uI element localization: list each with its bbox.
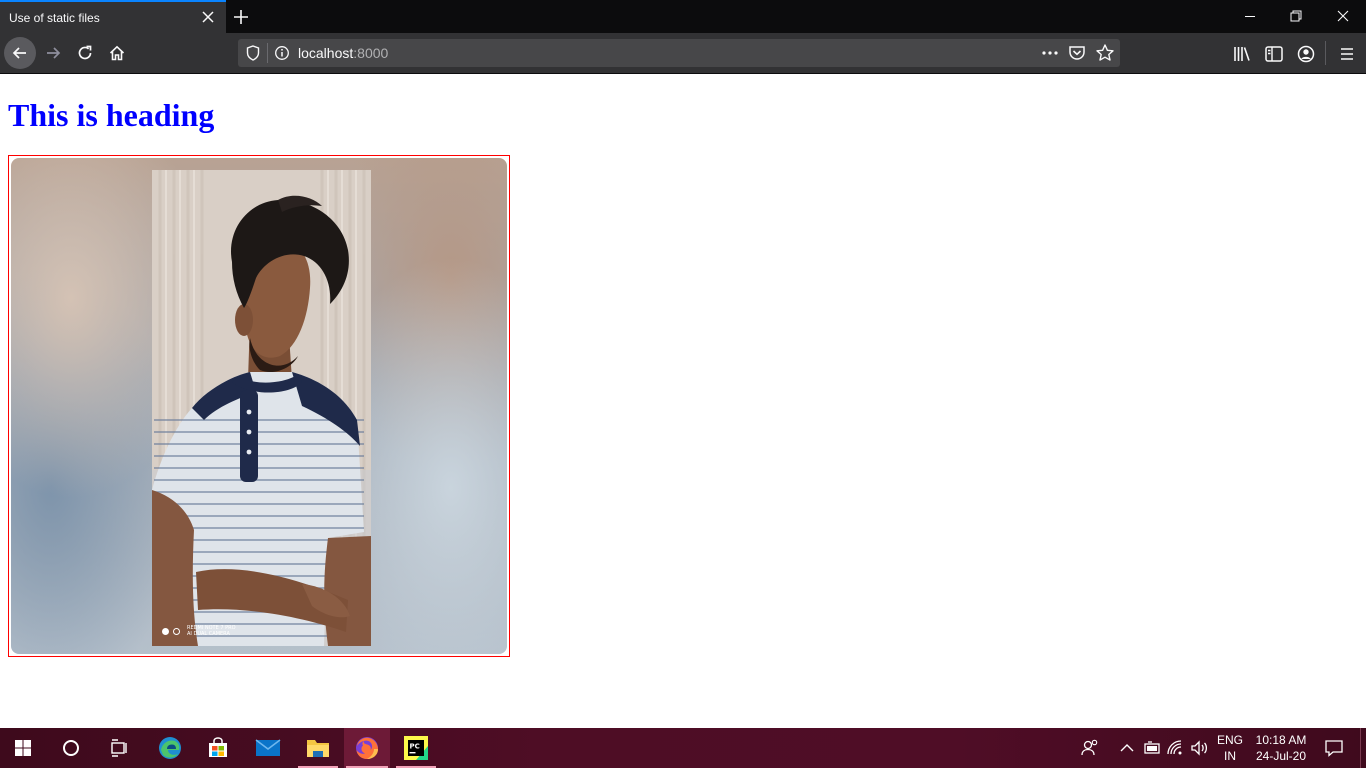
edge-icon [159, 737, 181, 759]
back-arrow-icon [12, 47, 26, 59]
reload-icon [78, 45, 92, 60]
clock-time: 10:18 AM [1255, 733, 1307, 747]
edge-taskbar-button[interactable] [148, 728, 192, 768]
window-close-icon[interactable] [1333, 6, 1353, 26]
action-center-button[interactable] [1316, 728, 1352, 768]
clock-date: 24-Jul-20 [1255, 749, 1307, 763]
tab-active[interactable]: Use of static files [0, 0, 226, 33]
cortana-search-icon [63, 740, 79, 756]
region-code: IN [1224, 749, 1236, 763]
photo-frame: REDMI NOTE 7 PRO AI DUAL CAMERA [8, 155, 510, 657]
url-separator [267, 43, 268, 63]
pycharm-icon: PC [404, 736, 428, 760]
account-icon[interactable] [1295, 43, 1317, 65]
notification-icon [1325, 740, 1343, 757]
wifi-icon[interactable] [1166, 739, 1186, 757]
show-desktop-button[interactable] [1360, 728, 1361, 768]
pycharm-taskbar-button[interactable]: PC [394, 728, 438, 768]
url-port: :8000 [353, 45, 389, 61]
search-button[interactable] [49, 728, 93, 768]
minimize-icon[interactable] [1240, 6, 1260, 26]
reload-button[interactable] [69, 37, 101, 69]
pycharm-label: PC [410, 743, 420, 751]
volume-icon[interactable] [1190, 739, 1210, 757]
language-code: ENG [1216, 733, 1243, 747]
windows-taskbar: PC ENG IN 10:18 AM 24-Jul-20 [0, 728, 1366, 768]
home-icon [109, 45, 125, 61]
system-clock[interactable]: 10:18 AM 24-Jul-20 [1250, 732, 1312, 764]
url-bar[interactable]: localhost:8000 [238, 39, 1120, 67]
sidebar-icon[interactable] [1263, 43, 1285, 65]
start-button[interactable] [1, 728, 45, 768]
forward-button[interactable] [37, 37, 69, 69]
task-view-icon [111, 739, 127, 757]
navigation-toolbar: localhost:8000 [0, 33, 1366, 74]
page-actions-menu-icon[interactable] [1041, 44, 1059, 62]
watermark-dot-icon [162, 627, 169, 635]
close-tab-icon[interactable] [199, 8, 217, 26]
tracking-protection-shield-icon[interactable] [246, 45, 260, 61]
back-button[interactable] [4, 37, 36, 69]
store-taskbar-button[interactable] [196, 728, 240, 768]
file-explorer-icon [307, 740, 329, 757]
store-icon [209, 737, 227, 757]
watermark-line-2: AI DUAL CAMERA [187, 631, 230, 637]
bookmark-star-icon[interactable] [1095, 43, 1115, 63]
url-host: localhost [298, 45, 354, 61]
person-illustration [152, 170, 371, 646]
home-button[interactable] [101, 37, 133, 69]
url-text[interactable]: localhost:8000 [298, 45, 388, 61]
tab-strip: Use of static files [0, 0, 1366, 33]
firefox-taskbar-button[interactable] [344, 728, 390, 768]
battery-icon[interactable] [1142, 740, 1162, 756]
mail-icon [255, 739, 281, 756]
mail-taskbar-button[interactable] [246, 728, 290, 768]
firefox-icon [356, 737, 378, 759]
tab-title: Use of static files [9, 11, 100, 25]
file-explorer-taskbar-button[interactable] [296, 728, 340, 768]
people-button[interactable] [1070, 728, 1110, 768]
task-view-button[interactable] [97, 728, 141, 768]
show-hidden-icons-chevron-icon[interactable] [1119, 740, 1135, 756]
new-tab-icon[interactable] [230, 6, 252, 28]
site-info-icon[interactable] [274, 45, 290, 61]
forward-arrow-icon [47, 47, 61, 59]
library-icon[interactable] [1231, 43, 1253, 65]
toolbar-separator [1325, 41, 1326, 65]
windows-logo-icon [15, 740, 31, 756]
watermark-text: REDMI NOTE 7 PRO AI DUAL CAMERA [187, 625, 236, 637]
people-icon [1081, 739, 1098, 756]
input-language-indicator[interactable]: ENG IN [1212, 732, 1248, 764]
watermark-ring-icon [173, 627, 180, 635]
hamburger-menu-icon[interactable] [1336, 43, 1358, 65]
photo-blurred-background: REDMI NOTE 7 PRO AI DUAL CAMERA [11, 158, 507, 654]
portrait-photo: REDMI NOTE 7 PRO AI DUAL CAMERA [152, 170, 371, 646]
restore-icon[interactable] [1286, 6, 1306, 26]
camera-watermark: REDMI NOTE 7 PRO AI DUAL CAMERA [162, 625, 236, 637]
page-heading: This is heading [8, 97, 215, 133]
pocket-icon[interactable] [1068, 44, 1086, 62]
